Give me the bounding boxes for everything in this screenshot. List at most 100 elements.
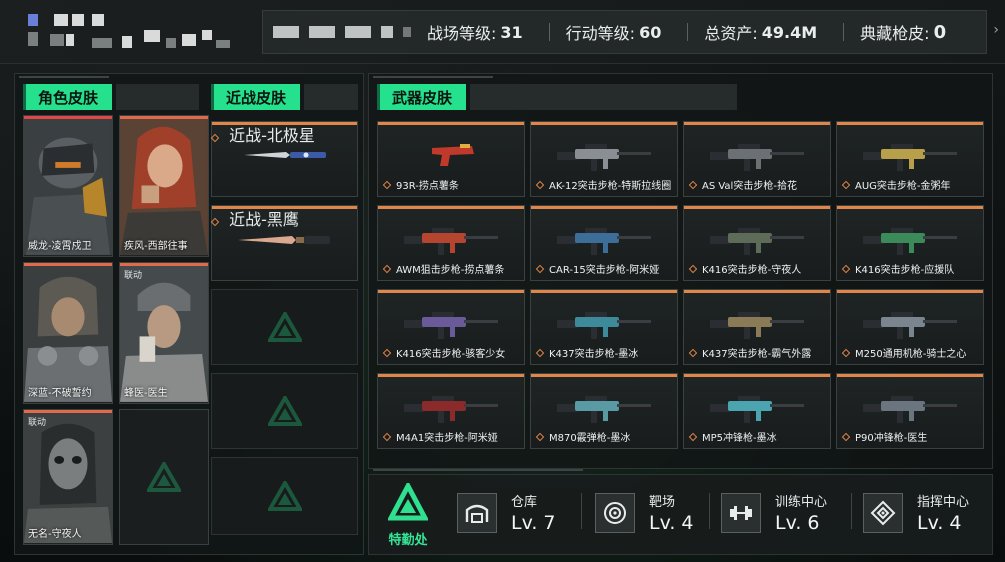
weapon-image: [710, 312, 804, 339]
weapon-skins-panel: 武器皮肤 93R-捞点薯条 AK-12突击步枪-特斯拉线圈 AS Val突击步枪-拾…: [368, 73, 993, 469]
facility-level: Lv. 4: [917, 512, 962, 534]
weapon-card[interactable]: K416突击步枪-骇客少女: [377, 289, 525, 365]
weapon-image: [557, 312, 651, 339]
section-title: 角色皮肤: [23, 84, 113, 110]
weapon-card[interactable]: 93R-捞点薯条: [377, 121, 525, 197]
character-name: 威龙-凌霄戍卫: [28, 241, 92, 252]
weapon-name: AUG突击步枪-金粥年: [841, 177, 951, 192]
rarity-diamond-icon: [535, 348, 545, 357]
weapon-card[interactable]: MP5冲锋枪-墨冰: [683, 373, 831, 449]
portrait-redhead-operator: [120, 119, 208, 255]
stat-label: 总资产:: [704, 24, 758, 43]
rarity-bar: [531, 290, 677, 293]
stat-value: 60: [639, 22, 662, 42]
weapon-name: 93R-捞点薯条: [382, 177, 459, 192]
weapon-label: K416突击步枪-守夜人: [702, 265, 802, 276]
facility-training-center[interactable]: 训练中心 Lv. 6: [721, 491, 827, 534]
weapon-card[interactable]: K437突击步枪-霸气外露: [683, 289, 831, 365]
character-tile[interactable]: 威龙-凌霄戍卫: [23, 115, 113, 257]
portrait-helmet-medic: [120, 266, 208, 402]
weapon-card[interactable]: K416突击步枪-应援队: [836, 205, 984, 281]
weapon-card[interactable]: K437突击步枪-墨冰: [530, 289, 678, 365]
section-header-melee: 近战皮肤: [211, 84, 358, 110]
weapon-name: K437突击步枪-霸气外露: [688, 345, 812, 360]
weapon-image: [710, 228, 804, 255]
melee-card[interactable]: 近战-北极星: [210, 121, 358, 197]
weapon-image: [432, 144, 474, 166]
weapon-card[interactable]: AS Val突击步枪-拾花: [683, 121, 831, 197]
character-tile[interactable]: 联动 蜂医-医生: [119, 262, 209, 404]
weapon-card[interactable]: M4A1突击步枪-阿米娅: [377, 373, 525, 449]
weapon-card[interactable]: AK-12突击步枪-特斯拉线圈: [530, 121, 678, 197]
weapon-label: MP5冲锋枪-墨冰: [702, 433, 777, 444]
chevron-right-icon[interactable]: ›: [993, 22, 999, 38]
stat-operation-level: 行动等级: 60: [548, 20, 662, 44]
character-tile[interactable]: 疾风-西部往事: [119, 115, 209, 257]
weapon-card[interactable]: M870霰弹枪-墨冰: [530, 373, 678, 449]
stat-collection-skins: 典藏枪皮: 0: [843, 20, 946, 44]
facility-command-center[interactable]: 指挥中心 Lv. 4: [863, 491, 969, 534]
weapon-card[interactable]: M250通用机枪-骑士之心: [836, 289, 984, 365]
weapon-label: AK-12突击步枪-特斯拉线圈: [549, 181, 672, 192]
divider: [373, 76, 493, 78]
portrait-armored-soldier: [24, 119, 112, 255]
dumbbell-icon: [721, 492, 761, 533]
section-title: 武器皮肤: [377, 84, 467, 110]
rarity-diamond-icon: [210, 133, 220, 143]
rarity-bar: [212, 206, 357, 209]
rarity-bar: [684, 122, 830, 125]
rarity-bar: [531, 122, 677, 125]
header-fill: [304, 84, 358, 110]
character-tile[interactable]: 深蓝-不破誓约: [23, 262, 113, 404]
rarity-diamond-icon: [688, 264, 698, 273]
weapon-card[interactable]: CAR-15突击步枪-阿米娅: [530, 205, 678, 281]
section-title: 近战皮肤: [211, 84, 301, 110]
weapon-image: [863, 396, 957, 423]
redacted-block: [345, 26, 371, 38]
rarity-bar: [684, 206, 830, 209]
rarity-bar: [378, 290, 524, 293]
knife-northstar-image: [244, 152, 326, 158]
stat-value: 0: [933, 21, 947, 43]
stat-value: 31: [500, 22, 523, 42]
weapon-name: MP5冲锋枪-墨冰: [688, 429, 777, 444]
rarity-diamond-icon: [688, 432, 698, 441]
rarity-diamond-icon: [841, 348, 851, 357]
empty-slot: [211, 289, 358, 365]
rarity-bar: [531, 206, 677, 209]
stat-value: 49.4M: [761, 22, 818, 42]
weapon-image: [863, 312, 957, 339]
special-ops-logo[interactable]: 特勤处: [383, 480, 433, 549]
weapon-name: K416突击步枪-应援队: [841, 261, 954, 276]
weapon-name: M870霰弹枪-墨冰: [535, 429, 630, 444]
melee-card[interactable]: 近战-黑鹰: [210, 205, 358, 281]
divider: [548, 23, 550, 41]
header-fill: [116, 84, 199, 110]
section-header-weapon: 武器皮肤: [377, 84, 737, 110]
divider: [19, 76, 109, 78]
redacted-block: [273, 26, 299, 38]
divider: [687, 23, 689, 41]
command-icon: [863, 492, 903, 533]
stat-label: 行动等级:: [565, 24, 636, 43]
weapon-label: K437突击步枪-霸气外露: [702, 349, 812, 360]
weapon-name: M4A1突击步枪-阿米娅: [382, 429, 498, 444]
weapon-card[interactable]: P90冲锋枪-医生: [836, 373, 984, 449]
facility-warehouse[interactable]: 仓库 Lv. 7: [457, 491, 556, 534]
rarity-bar: [378, 122, 524, 125]
character-tile[interactable]: 联动 无名-守夜人: [23, 409, 113, 545]
weapon-name: K416突击步枪-骇客少女: [382, 345, 505, 360]
weapon-card[interactable]: AUG突击步枪-金粥年: [836, 121, 984, 197]
divider: [851, 493, 852, 529]
rarity-bar: [837, 122, 983, 125]
rarity-bar: [531, 374, 677, 377]
weapon-name: P90冲锋枪-医生: [841, 429, 927, 444]
weapon-card[interactable]: K416突击步枪-守夜人: [683, 205, 831, 281]
weapon-name: AS Val突击步枪-拾花: [688, 177, 797, 192]
facility-range[interactable]: 靶场 Lv. 4: [595, 491, 694, 534]
rarity-bar: [378, 206, 524, 209]
weapon-name: CAR-15突击步枪-阿米娅: [535, 261, 659, 276]
weapon-card[interactable]: AWM狙击步枪-捞点薯条: [377, 205, 525, 281]
weapon-name: AK-12突击步枪-特斯拉线圈: [535, 177, 672, 192]
faction-logo-icon: [267, 312, 302, 342]
